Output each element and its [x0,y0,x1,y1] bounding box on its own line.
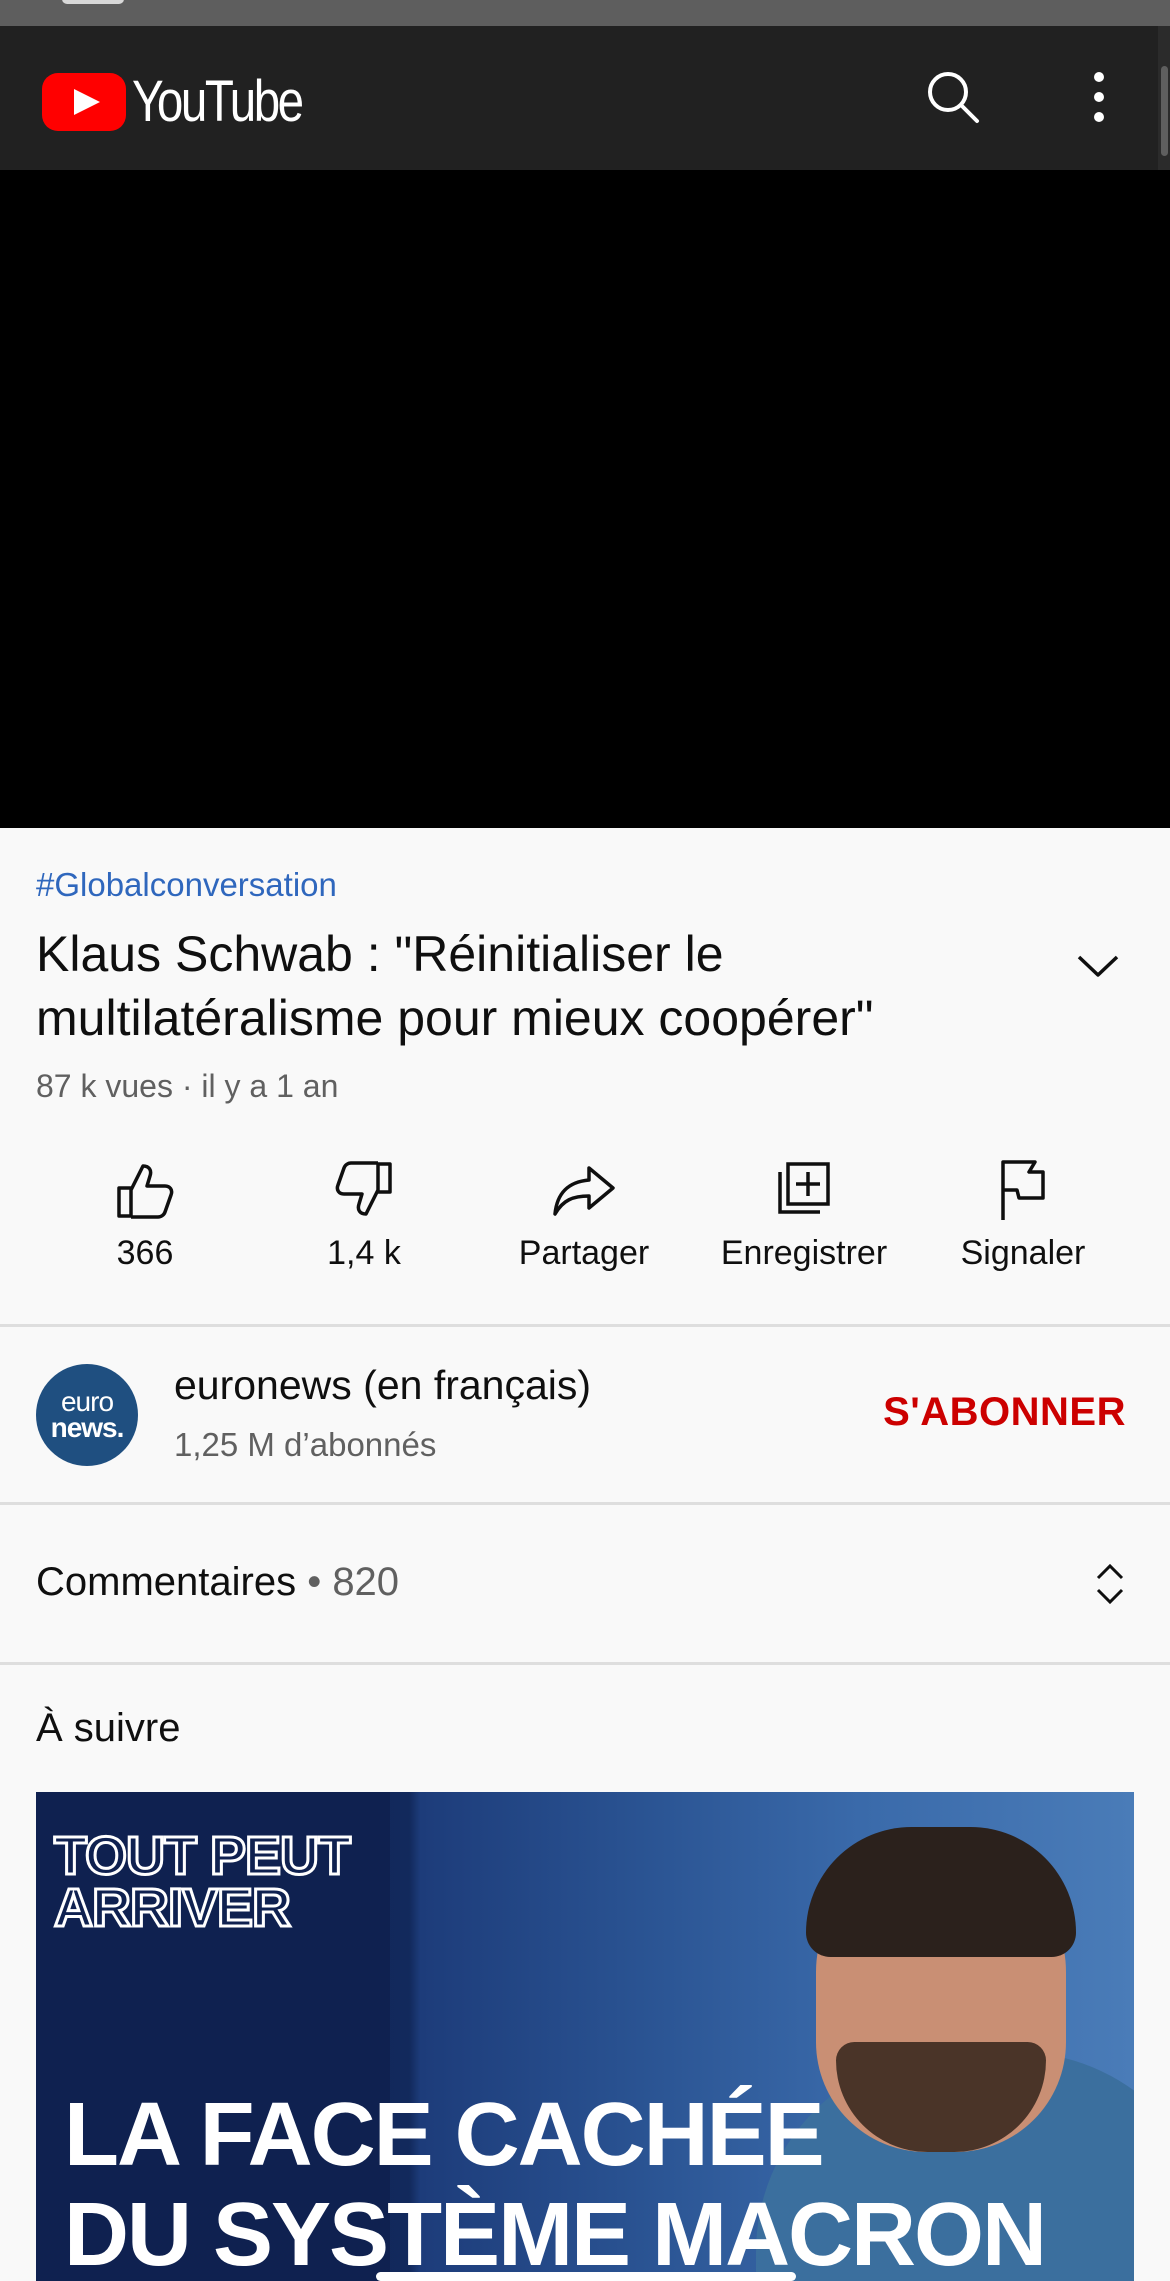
report-button[interactable]: Signaler [923,1148,1123,1298]
up-next-heading: À suivre [36,1706,181,1750]
thumb-down-icon [335,1161,392,1216]
youtube-logo[interactable]: YouTube [42,68,339,135]
unfold-more-icon [1096,1563,1124,1605]
flag-icon [1001,1160,1045,1220]
youtube-play-icon [42,72,126,131]
app-header: YouTube [0,26,1170,170]
status-bar [0,0,1170,26]
chevron-down-icon [1077,955,1119,977]
playlist-add-icon [778,1162,830,1214]
share-button[interactable]: Partager [484,1148,684,1298]
divider [0,1662,1170,1665]
video-player[interactable] [0,170,1170,828]
youtube-wordmark: YouTube [132,69,304,134]
status-pill [62,0,124,4]
comments-separator: • [296,1560,333,1604]
video-title: Klaus Schwab : "Réinitialiser le multila… [36,926,874,1046]
search-icon [928,72,979,123]
comments-label: Commentaires [36,1560,297,1604]
video-actions: 366 1,4 k Partager Enregistrer Signaler [36,1148,1146,1298]
scrollbar-thumb[interactable] [1161,66,1168,156]
more-options-button[interactable] [1064,62,1134,132]
share-icon [553,1166,615,1216]
divider [0,1324,1170,1327]
share-label: Partager [518,1234,650,1272]
save-label: Enregistrer [720,1234,888,1272]
subscriber-count: 1,25 M d’abonnés [174,1426,437,1463]
channel-name[interactable]: euronews (en français) [174,1362,591,1409]
avatar-text-news: news. [50,1412,125,1443]
expand-description-button[interactable] [1068,936,1128,996]
video-hashtag[interactable]: #Globalconversation [36,866,337,904]
report-label: Signaler [960,1234,1086,1272]
save-button[interactable]: Enregistrer [704,1148,904,1298]
like-count: 366 [116,1234,174,1272]
thumbnail-badge-text: TOUT PEUT ARRIVER [52,1828,352,1937]
divider [0,1502,1170,1505]
comments-expand-button[interactable] [1084,1558,1136,1610]
scrollbar[interactable] [1158,26,1170,170]
home-indicator[interactable] [376,2272,796,2281]
dislike-button[interactable]: 1,4 k [264,1148,464,1298]
subscribe-button[interactable]: S'ABONNER [883,1390,1126,1435]
comments-count: 820 [332,1560,400,1604]
thumbnail-title-line2: DU SYSTÈME MACRON [64,2185,1047,2281]
channel-avatar[interactable]: euro news. [36,1364,138,1466]
comments-section-header[interactable]: Commentaires • 820 [36,1560,399,1605]
up-next-thumbnail[interactable]: TOUT PEUT ARRIVER LA FACE CACHÉE DU SYST… [36,1792,1134,2281]
dislike-count: 1,4 k [327,1234,401,1272]
search-button[interactable] [918,62,988,132]
thumbnail-person-hair [806,1827,1076,1957]
thumbnail-title-line1: LA FACE CACHÉE [64,2085,825,2185]
video-meta: 87 k vues · il y a 1 an [36,1068,339,1104]
thumbnail-badge: TOUT PEUT ARRIVER [52,1826,352,1938]
like-button[interactable]: 366 [45,1148,245,1298]
more-vert-icon [1094,72,1104,122]
thumb-up-icon [117,1164,174,1219]
